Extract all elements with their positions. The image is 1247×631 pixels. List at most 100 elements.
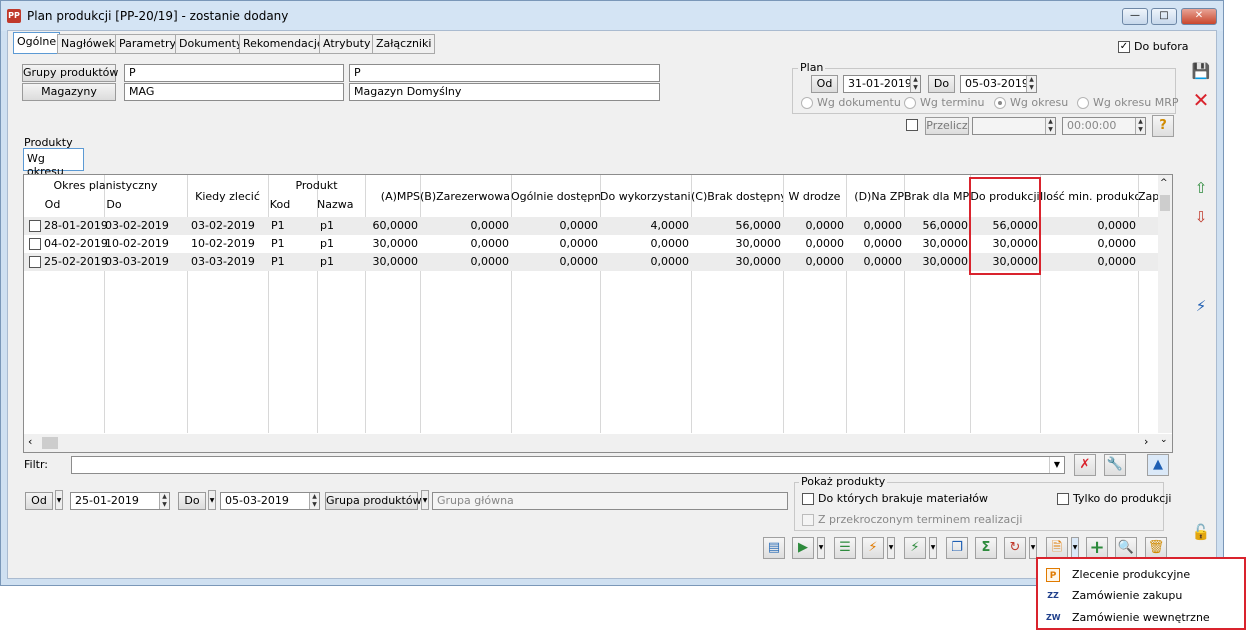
header-kiedy-zlecic[interactable]: Kiedy zlecić: [187, 190, 268, 203]
przelicz-checkbox[interactable]: [906, 119, 918, 131]
tab-rekomendacje[interactable]: Rekomendacje: [239, 34, 328, 54]
lightning-green-icon[interactable]: ⚡: [904, 537, 926, 559]
new-document-dropdown-icon[interactable]: ▼: [1071, 537, 1079, 559]
radio-wg-dokumentu[interactable]: [801, 97, 813, 109]
magazyn-name-field[interactable]: Magazyn Domyślny: [349, 83, 660, 101]
vertical-scrollbar[interactable]: ^: [1158, 175, 1172, 433]
przelicz-button[interactable]: Przelicz: [925, 117, 969, 135]
radio-wg-okresu[interactable]: [994, 97, 1006, 109]
export-up-icon[interactable]: ⇧: [1189, 176, 1213, 200]
delete-icon[interactable]: 🗑: [1145, 537, 1167, 559]
new-document-icon[interactable]: 🗎: [1046, 537, 1068, 559]
sum-icon[interactable]: Σ: [975, 537, 997, 559]
chart-icon[interactable]: ▤: [763, 537, 785, 559]
header-c-brak-dostepnych[interactable]: (C)Brak dostępnych: [691, 190, 783, 203]
scroll-right-icon[interactable]: ›: [1144, 435, 1148, 448]
row-checkbox[interactable]: [29, 238, 41, 250]
spinner-icon[interactable]: ▲ ▼: [910, 76, 920, 92]
horizontal-scrollbar[interactable]: ‹ › ⌄: [24, 434, 1172, 452]
bottom-do-date[interactable]: 05-03-2019 ▲ ▼: [220, 492, 320, 510]
save-icon[interactable]: 💾: [1189, 59, 1213, 83]
header-a-mps[interactable]: (A)MPS: [365, 190, 420, 203]
refresh-dropdown-icon[interactable]: ▼: [1029, 537, 1037, 559]
header-brak-dla-mps[interactable]: Brak dla MPS: [904, 190, 970, 203]
filtr-dropdown-icon[interactable]: ▼: [1049, 457, 1064, 473]
menu-item-zamowienie-zakupu[interactable]: ZZ Zamówienie zakupu: [1038, 585, 1244, 607]
cancel-icon[interactable]: ✕: [1189, 88, 1213, 112]
brakuje-checkbox[interactable]: [802, 493, 814, 505]
scroll-down-icon[interactable]: ⌄: [1160, 435, 1168, 445]
spinner-icon[interactable]: ▲ ▼: [1026, 76, 1036, 92]
spinner-icon[interactable]: ▲ ▼: [159, 493, 169, 509]
help-wizard-icon[interactable]: ?: [1152, 115, 1174, 137]
maximize-button[interactable]: □: [1151, 8, 1177, 25]
header-b-zarezerwowana[interactable]: (B)Zarezerwowana: [420, 190, 511, 203]
tab-parametry[interactable]: Parametry: [115, 34, 180, 54]
scroll-up-icon[interactable]: ^: [1160, 178, 1168, 188]
do-dropdown-icon[interactable]: ▼: [208, 490, 216, 510]
import-down-icon[interactable]: ⇩: [1189, 205, 1213, 229]
tab-ogolne[interactable]: Ogólne: [13, 32, 61, 54]
plan-do-button[interactable]: Do: [928, 75, 955, 93]
close-window-button[interactable]: ✕: [1181, 8, 1217, 25]
magazyny-button[interactable]: Magazyny: [22, 83, 116, 101]
header-nazwa[interactable]: Nazwa: [317, 198, 353, 211]
menu-item-zamowienie-wewnetrzne[interactable]: ZW Zamówienie wewnętrzne: [1038, 607, 1244, 629]
plan-od-button[interactable]: Od: [811, 75, 838, 93]
header-kod[interactable]: Kod: [268, 198, 292, 211]
tylko-do-produkcji-checkbox[interactable]: [1057, 493, 1069, 505]
filter-clear-icon[interactable]: ✗: [1074, 454, 1096, 476]
minimize-button[interactable]: —: [1122, 8, 1148, 25]
generate-icon[interactable]: ▶: [792, 537, 814, 559]
grupa-dropdown-icon[interactable]: ▼: [421, 490, 429, 510]
row-checkbox[interactable]: [29, 220, 41, 232]
filter-upload-icon[interactable]: ▲: [1147, 454, 1169, 476]
lightning-green-dropdown-icon[interactable]: ▼: [929, 537, 937, 559]
przelicz-date-field[interactable]: ▲ ▼: [972, 117, 1056, 135]
header-do[interactable]: Do: [104, 198, 124, 211]
lightning-orange-dropdown-icon[interactable]: ▼: [887, 537, 895, 559]
plan-od-date[interactable]: 31-01-2019 ▲ ▼: [843, 75, 921, 93]
lightning-orange-icon[interactable]: ⚡: [862, 537, 884, 559]
header-w-drodze[interactable]: W drodze: [783, 190, 846, 203]
grupy-name-field[interactable]: P: [349, 64, 660, 82]
tab-zalaczniki[interactable]: Załączniki: [372, 34, 436, 54]
bottom-od-date[interactable]: 25-01-2019 ▲ ▼: [70, 492, 170, 510]
subtab-wg-okresu[interactable]: Wg okresu: [23, 148, 84, 178]
spinner-icon[interactable]: ▲ ▼: [1135, 118, 1145, 134]
do-bufora-checkbox[interactable]: ✓: [1118, 41, 1130, 53]
tab-atrybuty[interactable]: Atrybuty: [319, 34, 375, 54]
header-ogolnie-dostepna[interactable]: Ogólnie dostępna: [511, 190, 600, 203]
filtr-input[interactable]: [71, 456, 1065, 474]
menu-item-zlecenie-produkcyjne[interactable]: P Zlecenie produkcyjne: [1038, 564, 1244, 586]
header-ilosc-min-produkcji[interactable]: Ilość min. produkcji: [1040, 190, 1138, 203]
bottom-do-button[interactable]: Do: [178, 492, 206, 510]
od-dropdown-icon[interactable]: ▼: [55, 490, 63, 510]
tab-dokumenty[interactable]: Dokumenty: [175, 34, 247, 54]
grupy-code-field[interactable]: P: [124, 64, 344, 82]
spinner-icon[interactable]: ▲ ▼: [309, 493, 319, 509]
scroll-thumb[interactable]: [1160, 195, 1170, 211]
grupa-produktow-button[interactable]: Grupa produktów: [325, 492, 422, 510]
przekroczonym-checkbox[interactable]: [802, 514, 814, 526]
lightning-icon[interactable]: ⚡: [1189, 294, 1213, 318]
copy-document-icon[interactable]: ❐: [946, 537, 968, 559]
header-od[interactable]: Od: [24, 198, 81, 211]
add-icon[interactable]: +: [1086, 537, 1108, 559]
list-icon[interactable]: ☰: [834, 537, 856, 559]
generate-dropdown-icon[interactable]: ▼: [817, 537, 825, 559]
grupa-field[interactable]: Grupa główna: [432, 492, 788, 510]
przelicz-time-field[interactable]: 00:00:00 ▲ ▼: [1062, 117, 1146, 135]
scroll-left-icon[interactable]: ‹: [28, 435, 32, 448]
header-d-na-zp[interactable]: (D)Na ZP: [846, 190, 904, 203]
magazyn-code-field[interactable]: MAG: [124, 83, 344, 101]
plan-do-date[interactable]: 05-03-2019 ▲ ▼: [960, 75, 1037, 93]
scroll-thumb-horizontal[interactable]: [42, 437, 58, 449]
row-checkbox[interactable]: [29, 256, 41, 268]
header-zap[interactable]: Zap: [1138, 190, 1158, 203]
refresh-icon[interactable]: ↻: [1004, 537, 1026, 559]
radio-wg-terminu[interactable]: [904, 97, 916, 109]
header-do-wykorzystania[interactable]: Do wykorzystania: [600, 190, 691, 203]
grupy-produktow-button[interactable]: Grupy produktów: [22, 64, 118, 82]
tab-naglowek[interactable]: Nagłówek: [57, 34, 119, 54]
